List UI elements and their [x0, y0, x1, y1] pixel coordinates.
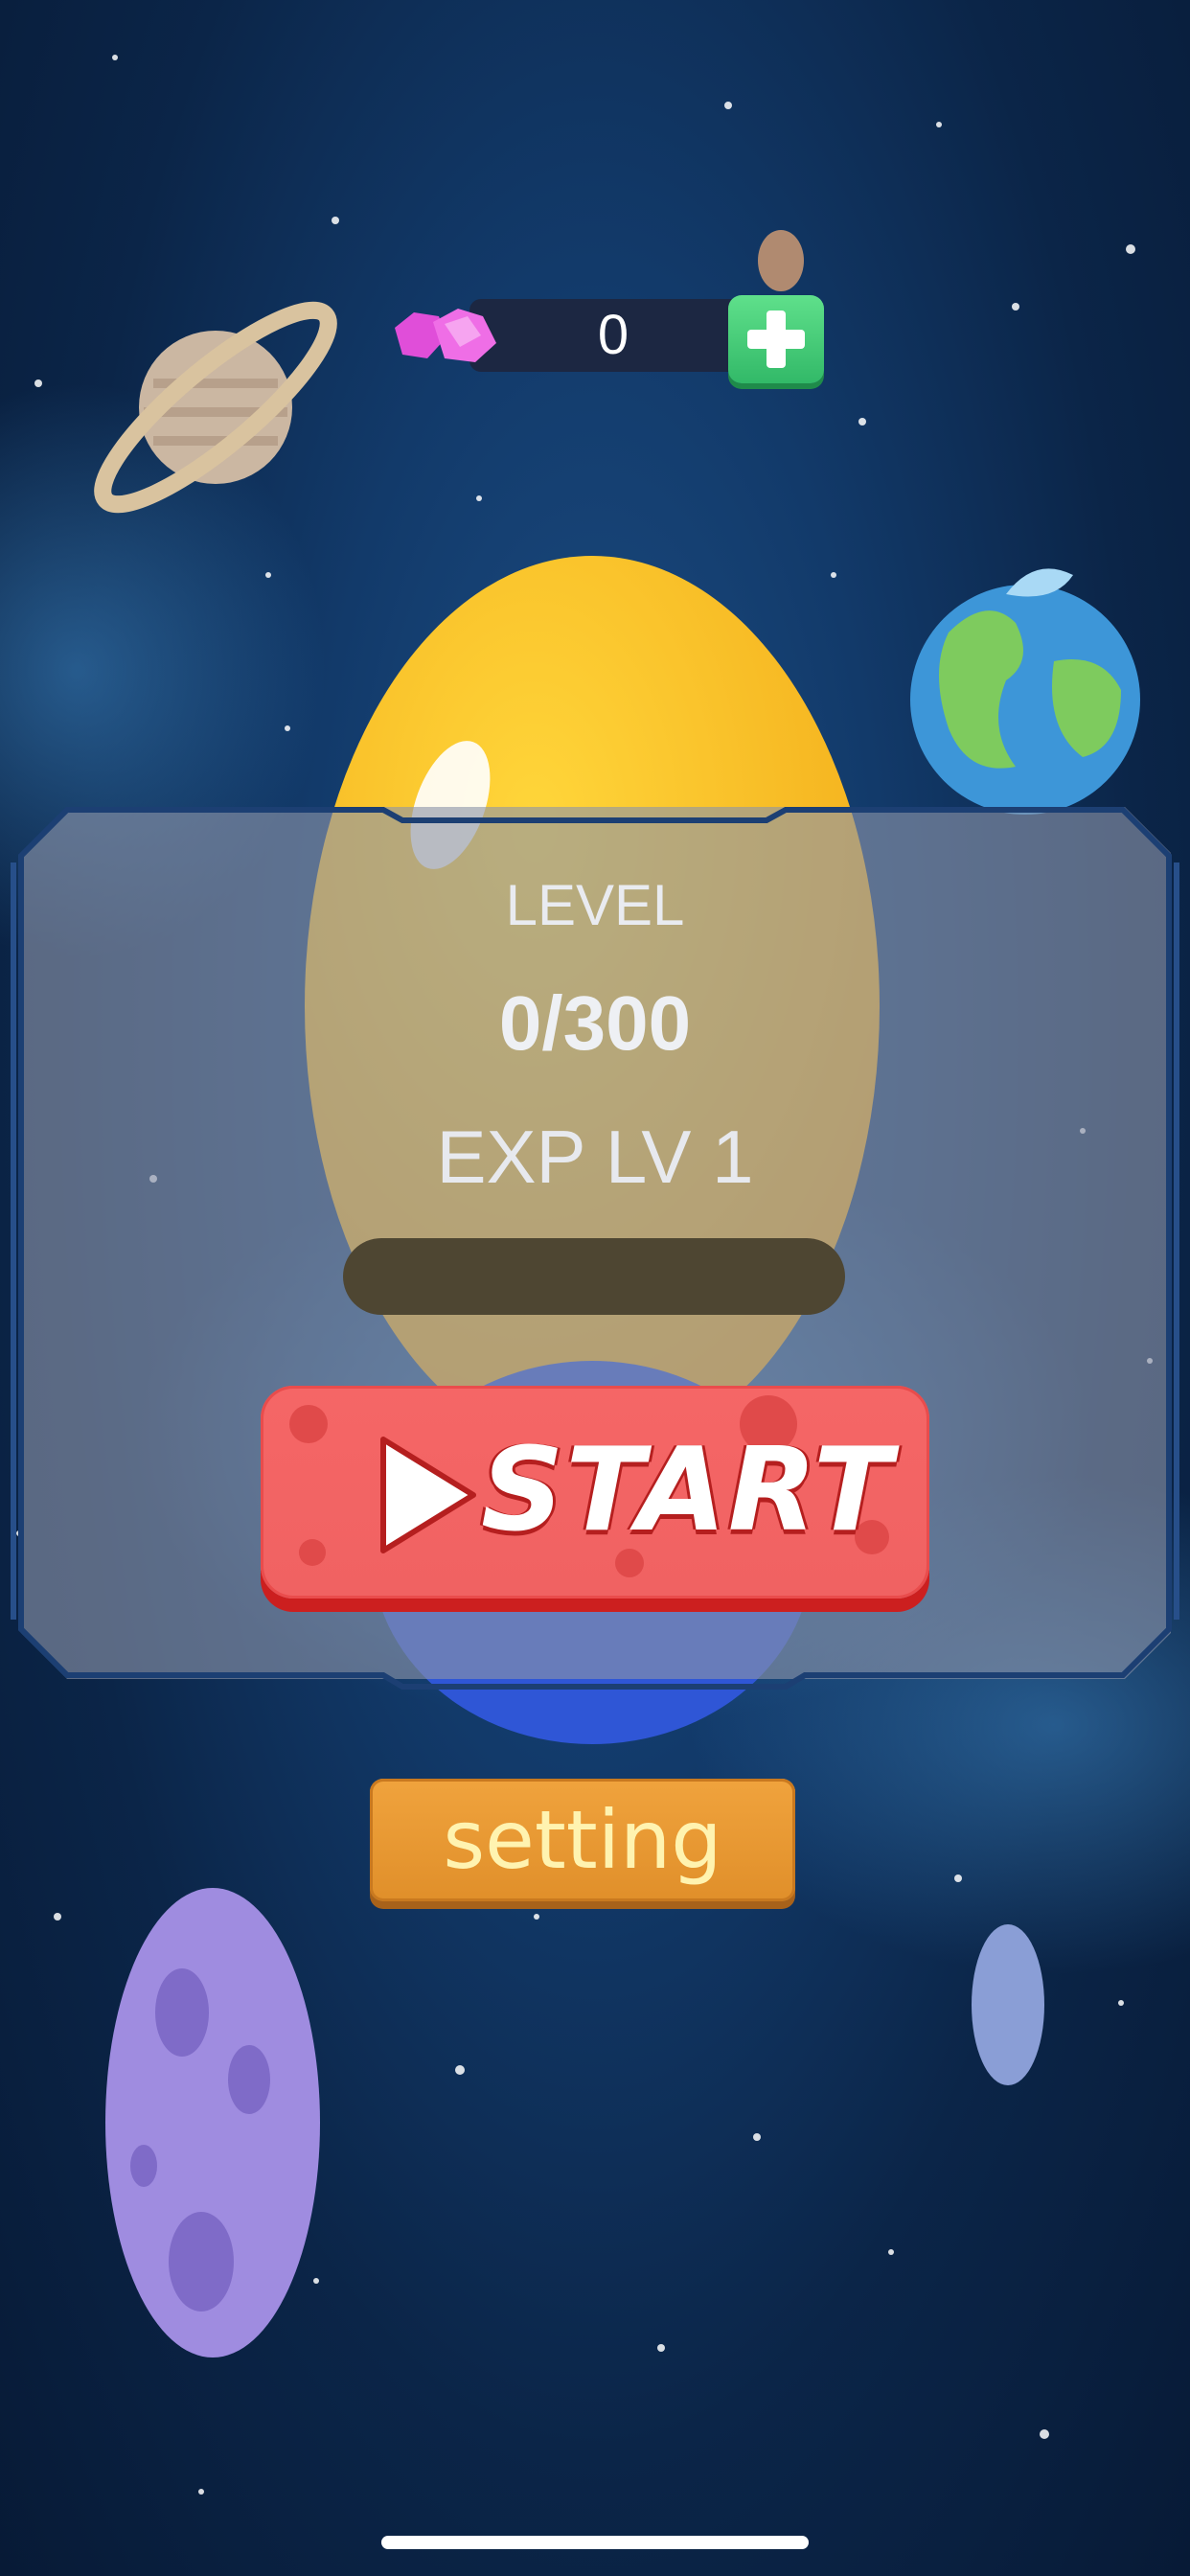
start-label: START — [481, 1424, 894, 1557]
button-decoration — [289, 1405, 328, 1443]
exp-progress-bar — [343, 1238, 845, 1315]
exp-level-label: EXP LV 1 — [436, 1115, 754, 1199]
setting-button[interactable]: setting — [370, 1779, 795, 1901]
level-label: LEVEL — [505, 873, 685, 937]
home-indicator — [381, 2536, 809, 2549]
play-icon — [380, 1437, 476, 1553]
start-button[interactable]: START — [261, 1386, 929, 1598]
level-value: 0/300 — [498, 980, 692, 1066]
button-decoration — [299, 1539, 326, 1566]
